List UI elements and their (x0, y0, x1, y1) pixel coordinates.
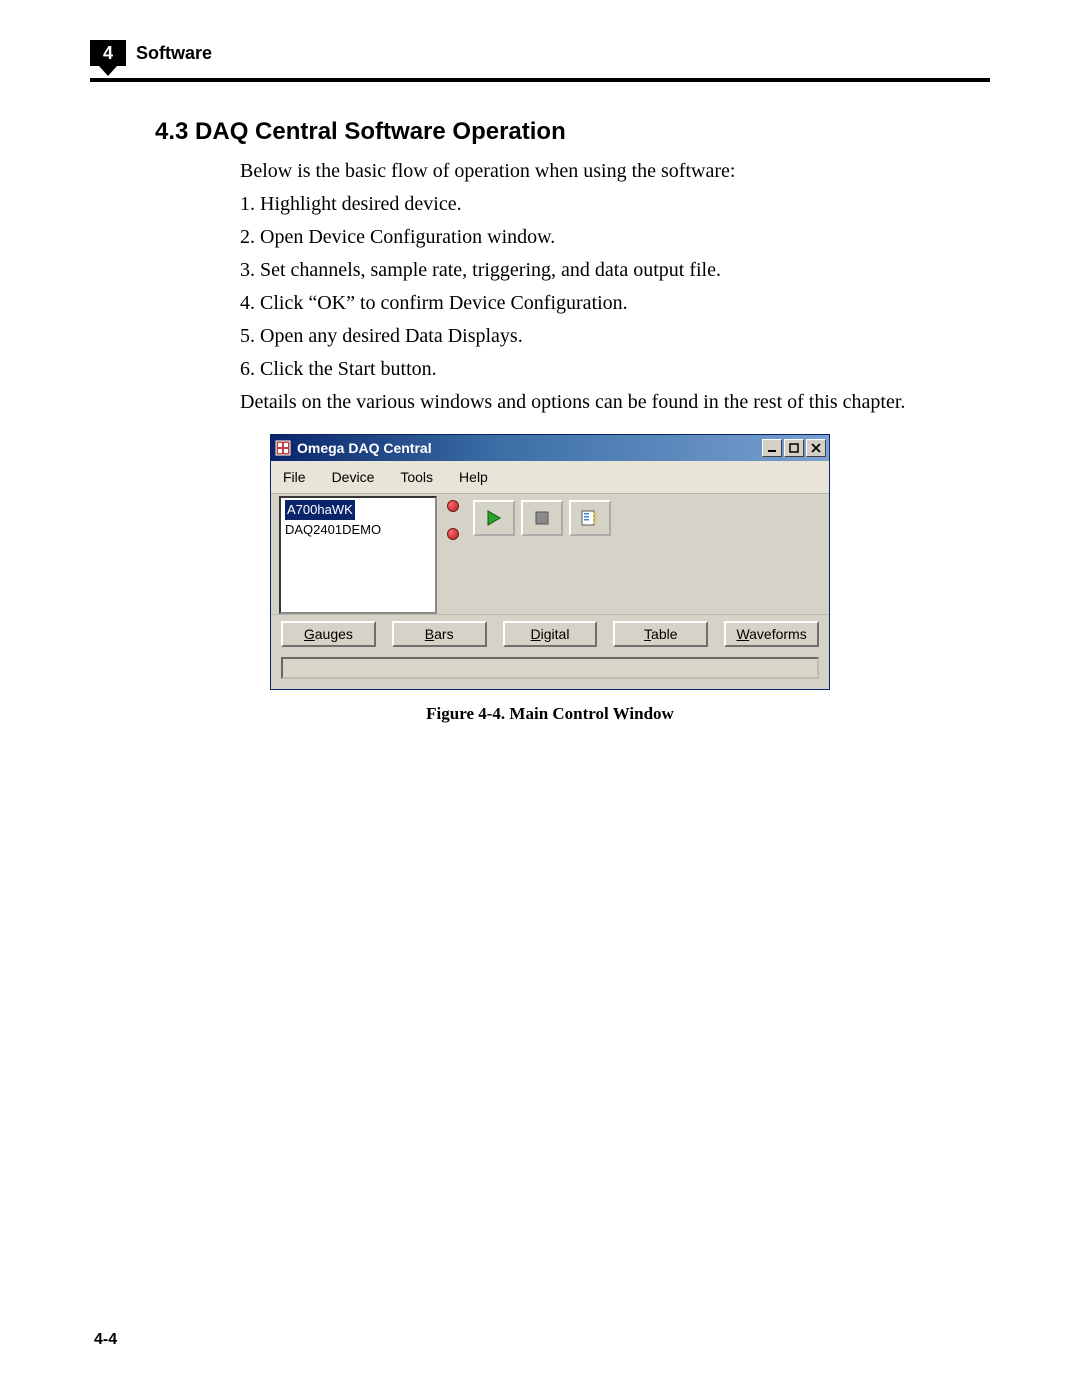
display-buttons-row: Gauges Bars Digital Table Waveforms (271, 614, 829, 657)
maximize-icon (789, 443, 799, 453)
minimize-icon (767, 443, 777, 453)
bars-button[interactable]: Bars (392, 621, 487, 647)
status-dot-icon (447, 500, 459, 512)
waveforms-button[interactable]: Waveforms (724, 621, 819, 647)
figure-caption: Figure 4-4. Main Control Window (270, 704, 830, 724)
close-icon (811, 443, 821, 453)
app-icon (275, 440, 291, 456)
config-icon (580, 509, 600, 527)
menubar: File Device Tools Help (271, 461, 829, 494)
toolbar (473, 500, 611, 536)
titlebar[interactable]: Omega DAQ Central (271, 435, 829, 461)
device-item-selected[interactable]: A700haWK (285, 500, 355, 520)
play-button[interactable] (473, 500, 515, 536)
step-3: 3. Set channels, sample rate, triggering… (240, 257, 966, 284)
chapter-label: Software (136, 40, 212, 64)
menu-help[interactable]: Help (459, 469, 488, 485)
header-rule (90, 78, 990, 82)
digital-label: Digital (531, 626, 570, 642)
status-dot-icon (447, 528, 459, 540)
config-button[interactable] (569, 500, 611, 536)
stop-icon (533, 509, 551, 527)
step-4: 4. Click “OK” to confirm Device Configur… (240, 290, 966, 317)
device-listbox[interactable]: A700haWK DAQ2401DEMO (279, 496, 437, 614)
gauges-label: Gauges (304, 626, 353, 642)
device-item[interactable]: DAQ2401DEMO (285, 520, 431, 540)
menu-file[interactable]: File (283, 469, 306, 485)
table-label: Table (644, 626, 677, 642)
step-1: 1. Highlight desired device. (240, 191, 966, 218)
bars-label: Bars (425, 626, 454, 642)
chapter-badge-pointer (99, 66, 117, 76)
intro-paragraph: Below is the basic flow of operation whe… (240, 158, 966, 185)
step-2: 2. Open Device Configuration window. (240, 224, 966, 251)
table-button[interactable]: Table (613, 621, 708, 647)
app-window: Omega DAQ Central File Device Tools (270, 434, 830, 690)
status-indicators (447, 500, 459, 540)
page-header: 4 Software (90, 40, 990, 74)
chapter-badge: 4 (90, 40, 126, 74)
statusbar (281, 657, 819, 679)
section-heading: 4.3 DAQ Central Software Operation (155, 118, 990, 146)
page-number: 4-4 (94, 1331, 117, 1349)
close-button[interactable] (806, 439, 826, 457)
work-area: A700haWK DAQ2401DEMO (271, 494, 829, 614)
body-text: Below is the basic flow of operation whe… (240, 158, 966, 416)
maximize-button[interactable] (784, 439, 804, 457)
digital-button[interactable]: Digital (503, 621, 598, 647)
figure: Omega DAQ Central File Device Tools (270, 434, 990, 724)
window-title: Omega DAQ Central (297, 440, 762, 456)
step-6: 6. Click the Start button. (240, 356, 966, 383)
menu-device[interactable]: Device (332, 469, 375, 485)
gauges-button[interactable]: Gauges (281, 621, 376, 647)
play-icon (485, 509, 503, 527)
waveforms-label: Waveforms (736, 626, 806, 642)
menu-tools[interactable]: Tools (400, 469, 433, 485)
stop-button[interactable] (521, 500, 563, 536)
outro-paragraph: Details on the various windows and optio… (240, 389, 966, 416)
step-5: 5. Open any desired Data Displays. (240, 323, 966, 350)
chapter-number: 4 (90, 40, 126, 66)
minimize-button[interactable] (762, 439, 782, 457)
